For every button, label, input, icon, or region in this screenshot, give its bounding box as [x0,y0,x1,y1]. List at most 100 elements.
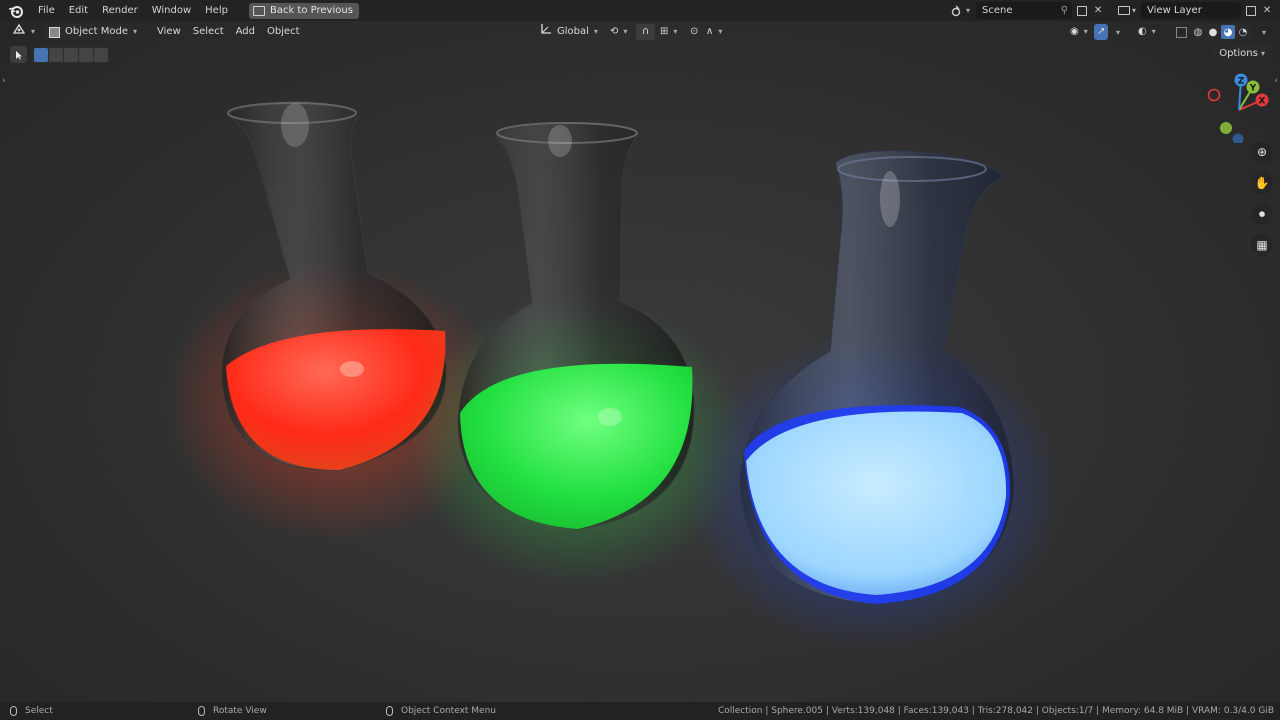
chevron-down-icon: ▾ [133,27,138,36]
toolbar-expand-arrow-icon[interactable]: › [2,76,6,86]
perspective-grid-icon[interactable]: ▦ [1251,234,1273,256]
overlays-icon: ◐ [1138,26,1147,37]
object-mode-icon [49,26,61,38]
transform-orientation-label: Global [557,26,589,37]
overlays-dropdown[interactable]: ◐ ▾ [1132,24,1162,40]
wireframe-shading-icon[interactable]: ◍ [1191,25,1205,39]
new-scene-icon[interactable] [1074,2,1090,19]
chevron-down-icon: ▾ [673,27,678,36]
pan-hand-icon[interactable]: ✋ [1251,172,1273,194]
falloff-curve-icon: ∧ [706,26,714,37]
red-flask [164,100,504,541]
magnet-icon: ∩ [642,26,650,37]
back-to-previous-label: Back to Previous [269,4,353,16]
chevron-down-icon: ▾ [1083,27,1088,36]
object-mode-dropdown[interactable]: Object Mode ▾ [43,24,144,40]
pivot-point-dropdown[interactable]: ⟲ ▾ [604,24,633,40]
close-icon[interactable]: ✕ [1090,2,1106,19]
rendered-scene [164,100,1065,651]
navigation-gizmo[interactable]: X Y Z [1204,73,1274,145]
object-mode-label: Object Mode [65,26,129,37]
menu-view[interactable]: View [151,24,187,40]
status-context-label: Object Context Menu [401,706,497,716]
options-dropdown[interactable]: Options ▾ [1212,45,1272,62]
options-label: Options [1219,48,1258,59]
scene-name-field[interactable]: Scene ⚲ [976,2,1073,19]
chevron-down-icon[interactable]: ▾ [1116,28,1120,37]
status-select-label: Select [25,706,53,716]
shading-mode-group: ◍ ● ◕ ◔ [1190,24,1251,40]
chevron-down-icon[interactable]: ▾ [1262,28,1266,37]
snap-target-dropdown[interactable]: ⊞ ▾ [654,24,683,40]
pin-icon[interactable]: ⚲ [1061,5,1068,16]
menu-add[interactable]: Add [230,24,261,40]
viewport-navigation-buttons: ⊕ ✋ ⏺ ▦ [1251,141,1273,256]
middle-mouse-icon [198,706,205,716]
screen-icon [252,5,265,16]
editor-type-icon [12,23,26,41]
menu-window[interactable]: Window [145,0,198,21]
sidebar-expand-arrow-icon[interactable]: ‹ [1274,76,1278,86]
menu-render[interactable]: Render [95,0,145,21]
scene-statistics: Collection | Sphere.005 | Verts:139,048 … [717,706,1274,716]
status-select-hint: Select [10,706,53,716]
view-layer-icon[interactable] [1116,2,1132,19]
rendered-shading-icon[interactable]: ◔ [1236,25,1250,39]
gizmo-icon: ↗ [1097,26,1106,37]
chevron-down-icon: ▾ [718,27,723,36]
viewport-header: ▾ Object Mode ▾ View Select Add Object G… [0,21,1280,43]
editor-type-button[interactable]: ▾ [8,23,39,41]
menu-help[interactable]: Help [198,0,235,21]
chevron-down-icon: ▾ [623,27,628,36]
right-mouse-icon [386,706,393,716]
camera-view-icon[interactable]: ⏺ [1251,203,1273,225]
transform-orientation-dropdown[interactable]: Global ▾ [534,24,604,40]
material-shading-icon[interactable]: ◕ [1221,25,1235,39]
tool-settings-row [10,46,109,63]
top-menu-bar: File Edit Render Window Help Back to Pre… [0,0,1280,21]
invert-selection-icon[interactable] [79,47,93,62]
snap-toggle[interactable]: ∩ [636,24,656,40]
menu-object[interactable]: Object [261,24,306,40]
blender-logo-icon[interactable] [7,0,25,21]
menu-edit[interactable]: Edit [62,0,95,21]
menu-file[interactable]: File [31,0,62,21]
chevron-down-icon: ▾ [1132,6,1137,15]
scene-selector: ▾ Scene ⚲ ✕ [950,2,1106,19]
selection-mode-group [33,46,109,63]
subtract-selection-icon[interactable] [64,47,78,62]
gizmo-toggle[interactable]: ↗ [1094,24,1109,40]
gizmo-y-label: Y [1249,84,1257,94]
back-to-previous-button[interactable]: Back to Previous [248,2,359,19]
left-mouse-icon [10,706,17,716]
pivot-icon: ⟲ [610,26,619,37]
chevron-down-icon: ▾ [1260,49,1265,58]
scene-icon[interactable] [950,2,966,19]
status-context-hint: Object Context Menu [386,706,496,716]
menu-select[interactable]: Select [187,24,230,40]
orientation-icon [540,23,552,41]
eye-icon: ◉ [1070,26,1079,37]
new-view-layer-icon[interactable] [1243,2,1259,19]
green-flask [408,122,748,586]
set-new-selection-icon[interactable] [34,47,48,62]
extend-selection-icon[interactable] [49,47,63,62]
close-icon[interactable]: ✕ [1259,2,1275,19]
solid-shading-icon[interactable]: ● [1206,25,1220,39]
gizmo-x-label: X [1259,97,1266,107]
proportional-edit-icon: ⊙ [690,26,699,37]
intersect-selection-icon[interactable] [94,47,108,62]
view-layer-name: View Layer [1147,5,1202,16]
blue-flask [685,150,1065,651]
view-layer-name-field[interactable]: View Layer [1141,2,1242,19]
chevron-down-icon: ▾ [31,27,36,36]
chevron-down-icon: ▾ [966,6,971,15]
status-rotate-label: Rotate View [213,706,267,716]
zoom-icon[interactable]: ⊕ [1251,141,1273,163]
scene-name: Scene [982,5,1013,16]
visibility-dropdown[interactable]: ◉ ▾ [1064,24,1094,40]
view-layer-selector: ▾ View Layer ✕ [1116,2,1275,19]
falloff-dropdown[interactable]: ∧ ▾ [700,24,728,40]
3d-viewport[interactable]: ▾ Object Mode ▾ View Select Add Object G… [0,21,1280,702]
select-tool-icon[interactable] [10,46,27,63]
